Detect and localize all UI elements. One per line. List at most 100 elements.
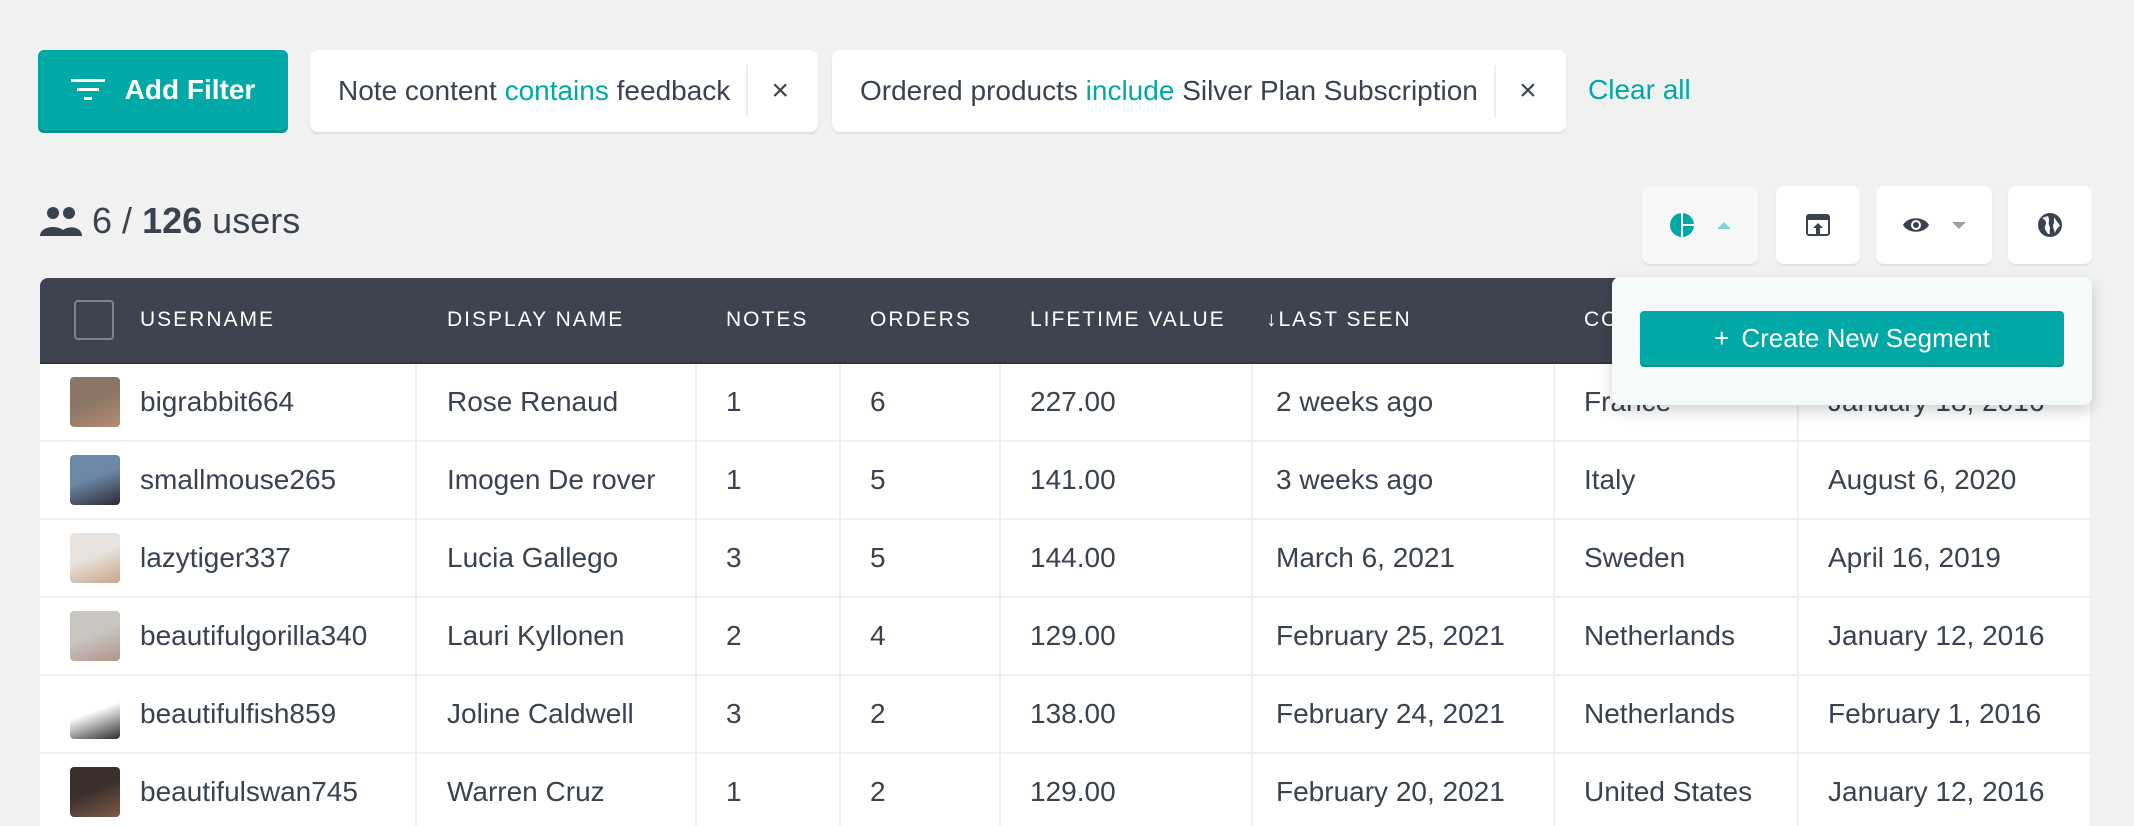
cell-username[interactable]: beautifulfish859 xyxy=(140,676,336,752)
cell-last-seen: February 20, 2021 xyxy=(1276,776,1505,807)
filter-field: Note content xyxy=(338,75,497,106)
export-button[interactable] xyxy=(1776,186,1860,264)
column-header-orders[interactable]: ORDERS xyxy=(870,278,972,362)
column-header-lifetime-value[interactable]: LIFETIME VALUE xyxy=(1030,278,1226,362)
select-all-checkbox[interactable] xyxy=(74,300,114,340)
sort-descending-icon: ↓ xyxy=(1266,308,1277,331)
avatar xyxy=(70,611,120,661)
cell-country: Netherlands xyxy=(1584,620,1735,651)
cell-country: Sweden xyxy=(1584,542,1686,573)
column-header-display-name[interactable]: DISPLAY NAME xyxy=(447,278,624,362)
cell-display-name: Rose Renaud xyxy=(447,386,619,417)
column-divider xyxy=(1553,520,1555,596)
table-body: bigrabbit664 Rose Renaud 1 6 227.00 2 weeks a… xyxy=(40,364,2090,826)
filter-chip-text: Ordered products include Silver Plan Sub… xyxy=(832,75,1494,107)
avatar xyxy=(70,689,120,739)
column-divider xyxy=(415,598,417,674)
cell-lifetime-value: 227.00 xyxy=(1030,386,1116,417)
cell-last-seen: 3 weeks ago xyxy=(1276,464,1434,495)
total-count: 126 xyxy=(142,200,203,241)
plus-icon: + xyxy=(1714,322,1730,353)
column-header-notes[interactable]: NOTES xyxy=(726,278,808,362)
cell-orders: 6 xyxy=(870,386,886,417)
count-unit: users xyxy=(212,200,301,241)
filter-chip-note-content[interactable]: Note content contains feedback × xyxy=(310,50,818,132)
cell-orders: 5 xyxy=(870,464,886,495)
column-divider xyxy=(839,442,841,518)
remove-filter-icon[interactable]: × xyxy=(1496,74,1560,108)
filter-value: feedback xyxy=(616,75,731,106)
cell-display-name: Warren Cruz xyxy=(447,776,605,807)
filter-chip-text: Note content contains feedback xyxy=(310,75,746,107)
column-divider xyxy=(695,676,697,752)
column-divider xyxy=(1251,754,1253,826)
cell-notes: 1 xyxy=(726,464,742,495)
cell-username[interactable]: beautifulswan745 xyxy=(140,754,358,826)
cell-notes: 1 xyxy=(726,386,742,417)
cell-orders: 2 xyxy=(870,698,886,729)
cell-display-name: Imogen De rover xyxy=(447,464,656,495)
cell-username[interactable]: beautifulgorilla340 xyxy=(140,598,367,674)
cell-country: Netherlands xyxy=(1584,698,1735,729)
table-row[interactable]: smallmouse265 Imogen De rover 1 5 141.00 3 we… xyxy=(40,442,2090,520)
avatar xyxy=(70,377,120,427)
caret-down-icon xyxy=(1952,221,1966,229)
add-filter-button[interactable]: Add Filter xyxy=(38,50,288,130)
cell-last-seen: 2 weeks ago xyxy=(1276,386,1434,417)
cell-lifetime-value: 138.00 xyxy=(1030,698,1116,729)
user-count: 6 / 126 users xyxy=(40,200,300,242)
eye-icon xyxy=(1903,218,1929,232)
table-row[interactable]: beautifulswan745 Warren Cruz 1 2 129.00 Febru… xyxy=(40,754,2090,826)
column-divider xyxy=(839,598,841,674)
column-divider xyxy=(1251,364,1253,440)
filter-icon xyxy=(70,79,105,100)
column-divider xyxy=(695,598,697,674)
column-divider xyxy=(999,442,1001,518)
cell-last-seen: March 6, 2021 xyxy=(1276,542,1455,573)
cell-country: United States xyxy=(1584,776,1753,807)
column-divider xyxy=(1797,442,1799,518)
cell-first-seen: February 1, 2016 xyxy=(1828,698,2042,729)
column-divider xyxy=(1797,754,1799,826)
cell-orders: 4 xyxy=(870,620,886,651)
table-row[interactable]: beautifulfish859 Joline Caldwell 3 2 138.00 F… xyxy=(40,676,2090,754)
count-separator: / xyxy=(122,200,133,241)
cell-country: Italy xyxy=(1584,464,1636,495)
cell-first-seen: January 12, 2016 xyxy=(1828,776,2045,807)
column-divider xyxy=(999,364,1001,440)
table-row[interactable]: beautifulgorilla340 Lauri Kyllonen 2 4 129.0… xyxy=(40,598,2090,676)
cell-username[interactable]: smallmouse265 xyxy=(140,442,336,518)
create-new-segment-button[interactable]: + Create New Segment xyxy=(1640,311,2064,365)
column-divider xyxy=(695,520,697,596)
column-divider xyxy=(1553,676,1555,752)
map-view-button[interactable] xyxy=(2008,186,2092,264)
column-divider xyxy=(1797,676,1799,752)
column-visibility-button[interactable] xyxy=(1876,186,1992,264)
cell-last-seen: February 24, 2021 xyxy=(1276,698,1505,729)
column-divider xyxy=(839,754,841,826)
avatar xyxy=(70,533,120,583)
cell-username[interactable]: lazytiger337 xyxy=(140,520,291,596)
column-divider xyxy=(1797,520,1799,596)
column-divider xyxy=(415,676,417,752)
table-row[interactable]: lazytiger337 Lucia Gallego 3 5 144.00 March 6… xyxy=(40,520,2090,598)
column-divider xyxy=(999,598,1001,674)
remove-filter-icon[interactable]: × xyxy=(748,74,812,108)
cell-first-seen: August 6, 2020 xyxy=(1828,464,2017,495)
column-divider xyxy=(999,754,1001,826)
filter-field: Ordered products xyxy=(860,75,1078,106)
segment-popover: + Create New Segment xyxy=(1612,277,2092,405)
column-divider xyxy=(1251,598,1253,674)
column-header-username[interactable]: USERNAME xyxy=(140,278,275,362)
cell-notes: 1 xyxy=(726,776,742,807)
cell-username[interactable]: bigrabbit664 xyxy=(140,364,294,440)
column-divider xyxy=(415,520,417,596)
clear-all-filters-link[interactable]: Clear all xyxy=(1588,74,1691,106)
column-header-label: LAST SEEN xyxy=(1278,308,1412,331)
column-divider xyxy=(1553,442,1555,518)
column-header-last-seen[interactable]: ↓ LAST SEEN xyxy=(1266,278,1412,362)
segments-button[interactable] xyxy=(1642,186,1758,264)
column-divider xyxy=(999,676,1001,752)
cell-lifetime-value: 129.00 xyxy=(1030,776,1116,807)
filter-chip-ordered-products[interactable]: Ordered products include Silver Plan Sub… xyxy=(832,50,1566,132)
